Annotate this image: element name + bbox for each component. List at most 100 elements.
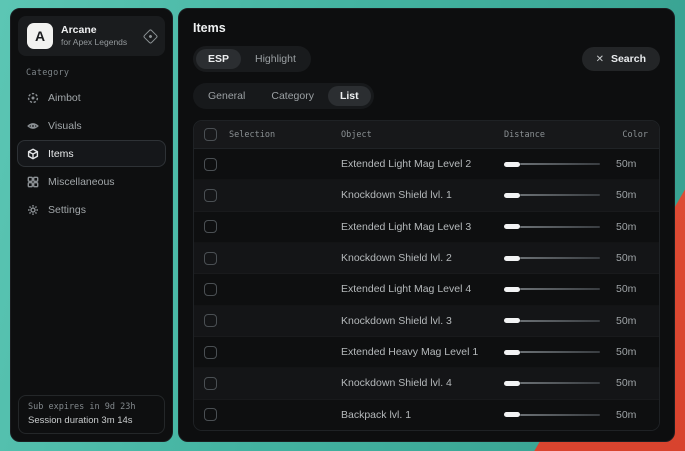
slider-track [520,382,600,384]
slider-track [520,414,600,416]
distance-value: 50m [616,252,636,264]
distance-value: 50m [616,377,636,389]
sidebar-item-settings[interactable]: Settings [17,196,166,223]
slider-handle[interactable] [504,256,520,261]
row-checkbox[interactable] [204,377,217,390]
slider-handle[interactable] [504,162,520,167]
slider-handle[interactable] [504,412,520,417]
table-row: Knockdown Shield lvl. 1 50m [194,180,659,211]
x-icon: ✕ [596,54,604,65]
session-duration-text: Session duration 3m 14s [28,415,155,426]
table-row: Extended Heavy Mag Level 1 50m [194,337,659,368]
table-row: Knockdown Shield lvl. 3 50m [194,306,659,337]
distance-slider[interactable] [504,318,600,323]
distance-slider[interactable] [504,162,600,167]
table-header: Selection Object Distance Color [194,121,659,149]
table-row: Extended Light Mag Level 3 50m [194,212,659,243]
pin-icon[interactable] [143,28,159,44]
page-title: Items [193,21,660,35]
app-header: A Arcane for Apex Legends [18,16,165,56]
distance-value: 50m [616,409,636,421]
object-name: Extended Light Mag Level 3 [341,221,504,233]
slider-track [520,288,600,290]
object-name: Knockdown Shield lvl. 1 [341,189,504,201]
grid-icon [27,176,39,188]
tab-list[interactable]: List [328,86,371,106]
app-logo: A [27,23,53,49]
sidebar-item-miscellaneous[interactable]: Miscellaneous [17,168,166,195]
distance-slider[interactable] [504,193,600,198]
view-tabs: General Category List [193,83,660,109]
crosshair-icon [27,92,39,104]
slider-track [520,194,600,196]
slider-track [520,226,600,228]
table-row: Knockdown Shield lvl. 2 50m [194,243,659,274]
toolbar: ESP Highlight ✕ Search [193,46,660,72]
tab-esp[interactable]: ESP [196,49,241,69]
slider-track [520,320,600,322]
sidebar-item-visuals[interactable]: Visuals [17,112,166,139]
sidebar-nav: Aimbot Visuals Items Miscellaneous [11,84,172,223]
distance-value: 50m [616,158,636,170]
search-button[interactable]: ✕ Search [582,47,660,71]
row-checkbox[interactable] [204,252,217,265]
row-checkbox[interactable] [204,189,217,202]
row-checkbox[interactable] [204,283,217,296]
eye-icon [27,120,39,132]
main-panel: Items ESP Highlight ✕ Search General Cat… [178,8,675,442]
table-row: Knockdown Shield lvl. 4 50m [194,368,659,399]
sidebar-item-label: Miscellaneous [48,176,115,188]
sidebar: A Arcane for Apex Legends Category Aimbo… [10,8,173,442]
tab-highlight[interactable]: Highlight [243,49,308,69]
app-name: Arcane [61,24,137,37]
object-name: Knockdown Shield lvl. 4 [341,377,504,389]
gear-icon [27,204,39,216]
object-name: Extended Light Mag Level 2 [341,158,504,170]
object-name: Extended Light Mag Level 4 [341,283,504,295]
subscription-info: Sub expires in 9d 23h Session duration 3… [18,395,165,434]
slider-handle[interactable] [504,193,520,198]
distance-slider[interactable] [504,224,600,229]
row-checkbox[interactable] [204,220,217,233]
sidebar-item-aimbot[interactable]: Aimbot [17,84,166,111]
distance-slider[interactable] [504,256,600,261]
distance-value: 50m [616,283,636,295]
slider-handle[interactable] [504,350,520,355]
distance-slider[interactable] [504,381,600,386]
sidebar-item-items[interactable]: Items [17,140,166,167]
search-button-label: Search [611,53,646,65]
tab-category[interactable]: Category [259,86,326,106]
slider-handle[interactable] [504,381,520,386]
distance-slider[interactable] [504,350,600,355]
items-table: Selection Object Distance Color Extended… [193,120,660,431]
slider-track [520,257,600,259]
table-row: Extended Light Mag Level 4 50m [194,274,659,305]
distance-value: 50m [616,221,636,233]
distance-slider[interactable] [504,287,600,292]
sidebar-item-label: Aimbot [48,92,81,104]
row-checkbox[interactable] [204,346,217,359]
column-color: Color [615,130,659,140]
row-checkbox[interactable] [204,314,217,327]
sidebar-item-label: Visuals [48,120,82,132]
row-checkbox[interactable] [204,408,217,421]
row-checkbox[interactable] [204,158,217,171]
table-row: Extended Light Mag Level 2 50m [194,149,659,180]
sidebar-item-label: Items [48,148,74,160]
object-name: Knockdown Shield lvl. 2 [341,252,504,264]
distance-slider[interactable] [504,412,600,417]
select-all-checkbox[interactable] [204,128,217,141]
sub-expires-text: Sub expires in 9d 23h [28,402,155,412]
slider-track [520,351,600,353]
distance-value: 50m [616,346,636,358]
slider-handle[interactable] [504,224,520,229]
tab-general[interactable]: General [196,86,257,106]
distance-value: 50m [616,315,636,327]
sidebar-item-label: Settings [48,204,86,216]
column-object: Object [341,130,504,140]
table-row: Backpack lvl. 1 50m [194,400,659,430]
mode-tabs: ESP Highlight [193,46,311,72]
slider-handle[interactable] [504,318,520,323]
slider-handle[interactable] [504,287,520,292]
category-section-label: Category [26,68,172,78]
